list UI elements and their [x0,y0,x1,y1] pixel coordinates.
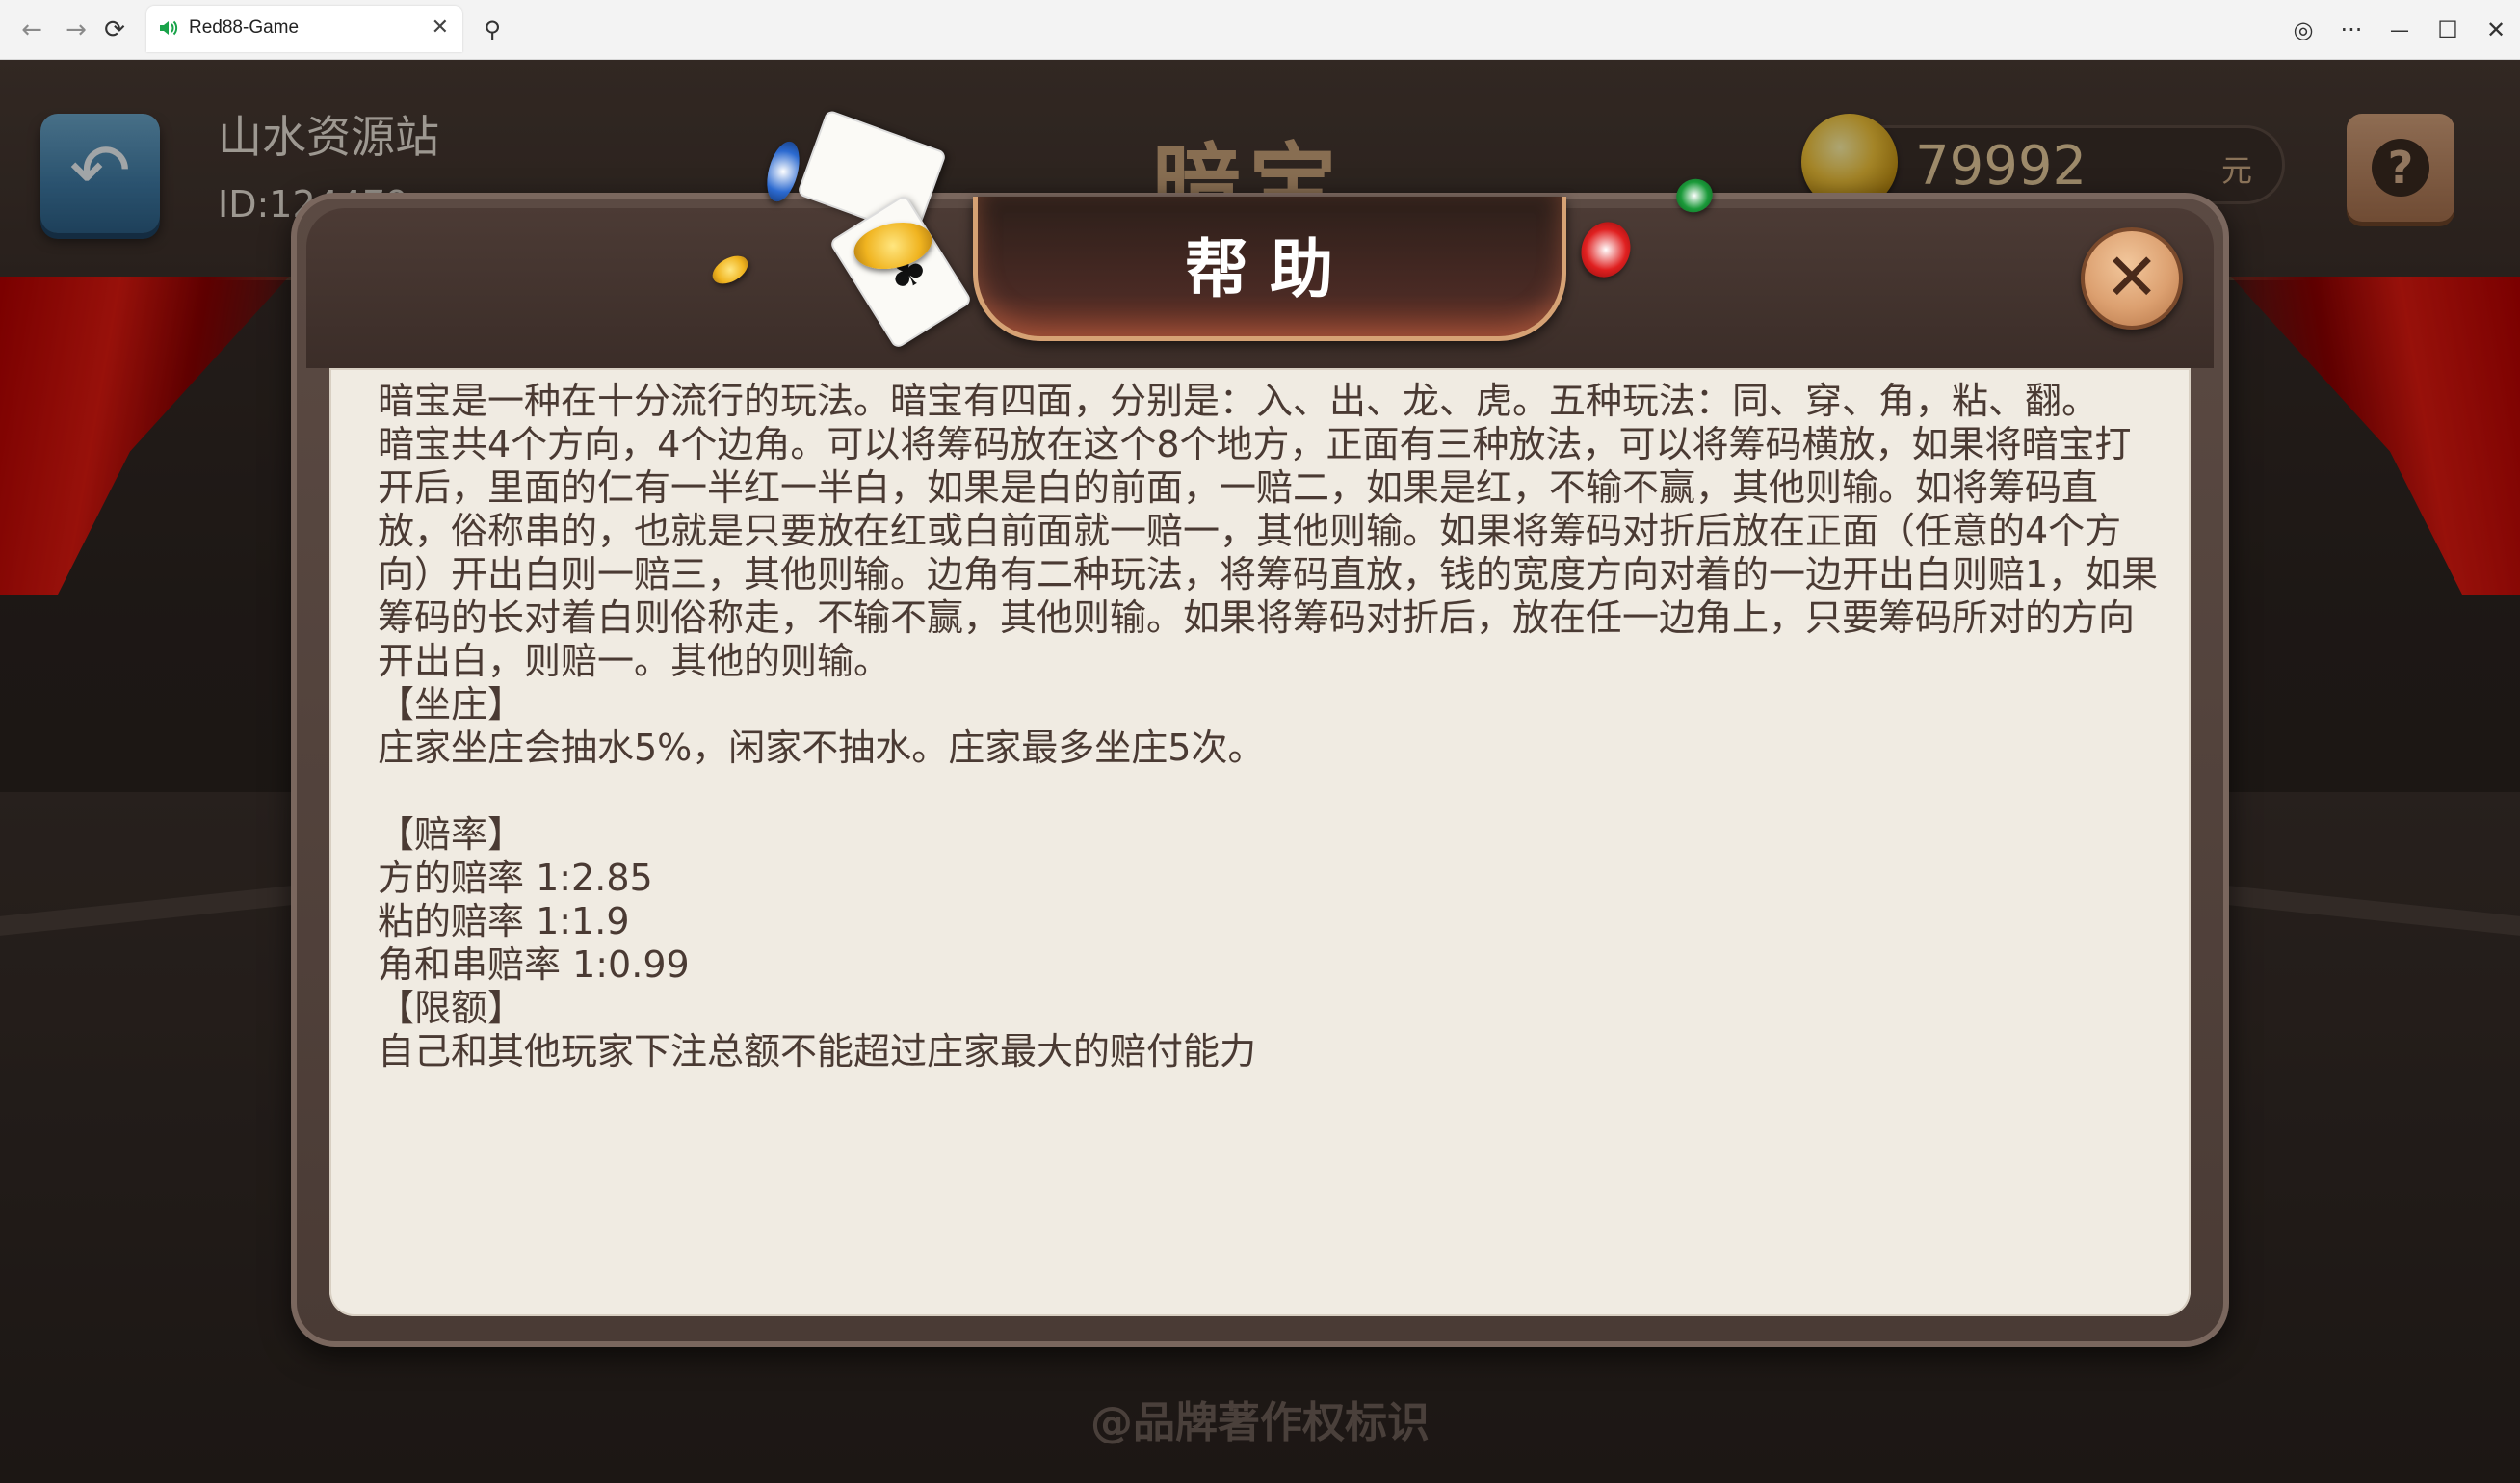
help-line: 方的赔率 1:2.85 [378,857,653,899]
help-line: 【赔率】 [378,813,525,856]
reload-icon[interactable]: ⟳ [98,13,131,46]
dialog-header: 帮助 [306,197,2214,368]
browser-back-icon[interactable]: ← [15,13,48,46]
browser-forward-icon[interactable]: → [60,13,92,46]
close-window-icon[interactable]: ✕ [2480,13,2512,46]
title-plate: 帮助 [973,197,1566,341]
help-line: 庄家坐庄会抽水5%，闲家不抽水。庄家最多坐庄5次。 [378,727,1265,769]
help-line [378,770,2160,813]
speaker-icon [160,20,178,36]
more-icon[interactable]: ··· [2335,13,2368,46]
browser-chrome: ← → ⟳ Red88-Game ✕ ⚲ ◎ ··· — ☐ ✕ [0,0,2520,60]
tab-title: Red88-Game [189,17,300,38]
dialog-title: 帮助 [1185,232,1354,306]
help-line: 粘的赔率 1:1.9 [378,900,630,942]
help-line: 【限额】 [378,987,525,1029]
browser-tab[interactable]: Red88-Game ✕ [146,6,462,52]
help-line: 角和串赔率 1:0.99 [378,943,690,986]
maximize-icon[interactable]: ☐ [2431,13,2464,46]
globe-icon[interactable]: ◎ [2287,13,2320,46]
close-button[interactable]: ✕ [2081,227,2183,330]
help-text: 暗宝是一种在十分流行的玩法。暗宝有四面，分别是：入、出、龙、虎。五种玩法：同、穿… [378,380,2160,1073]
close-icon: ✕ [2104,240,2160,316]
help-line: 【坐庄】 [378,683,525,726]
help-line: 暗宝共4个方向，4个边角。可以将筹码放在这个8个地方，正面有三种放法，可以将筹码… [378,423,2159,682]
search-icon[interactable]: ⚲ [476,13,509,46]
tab-close-icon[interactable]: ✕ [432,15,449,40]
help-dialog: 帮助 ♣ ✕ 暗宝是一种在十分流行的玩法。暗宝有四面，分别是：入、出、龙、虎。五… [291,109,2229,1347]
help-content-panel: 暗宝是一种在十分流行的玩法。暗宝有四面，分别是：入、出、龙、虎。五种玩法：同、穿… [329,368,2191,1316]
minimize-icon[interactable]: — [2383,13,2416,46]
help-line: 暗宝是一种在十分流行的玩法。暗宝有四面，分别是：入、出、龙、虎。五种玩法：同、穿… [378,380,2099,422]
help-line: 自己和其他玩家下注总额不能超过庄家最大的赔付能力 [378,1030,1257,1073]
